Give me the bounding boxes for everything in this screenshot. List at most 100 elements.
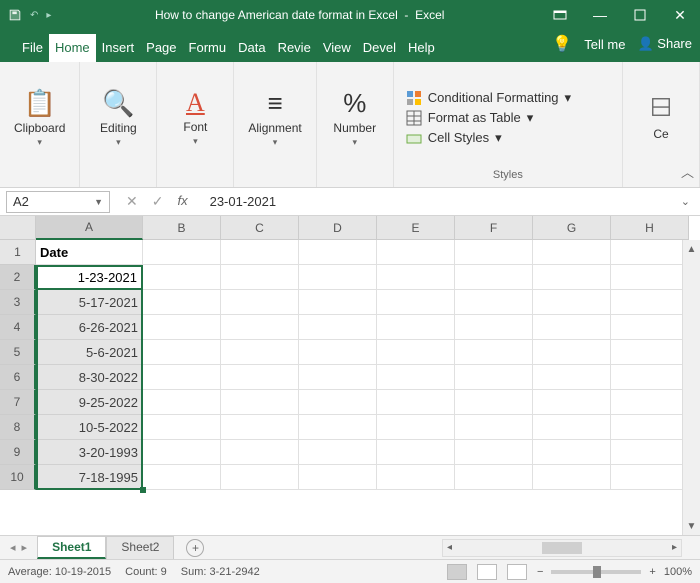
cell[interactable] bbox=[377, 365, 455, 390]
tab-home[interactable]: Home bbox=[49, 34, 96, 62]
cell[interactable]: Date bbox=[36, 240, 143, 265]
row-header[interactable]: 2 bbox=[0, 265, 36, 290]
column-header[interactable]: B bbox=[143, 216, 221, 240]
format-as-table-button[interactable]: Format as Table ▾ bbox=[406, 110, 534, 126]
tab-file[interactable]: File bbox=[16, 34, 49, 62]
cell[interactable] bbox=[299, 415, 377, 440]
tab-revie[interactable]: Revie bbox=[272, 34, 317, 62]
cell[interactable] bbox=[611, 340, 689, 365]
row-header[interactable]: 3 bbox=[0, 290, 36, 315]
cell[interactable] bbox=[611, 365, 689, 390]
cell[interactable] bbox=[299, 365, 377, 390]
cell[interactable] bbox=[533, 465, 611, 490]
cancel-formula-icon[interactable]: ✕ bbox=[126, 193, 138, 210]
zoom-in-button[interactable]: + bbox=[649, 566, 655, 578]
cell[interactable] bbox=[611, 290, 689, 315]
cell[interactable]: 8-30-2022 bbox=[36, 365, 143, 390]
cell[interactable] bbox=[377, 440, 455, 465]
cell[interactable] bbox=[143, 290, 221, 315]
column-header[interactable]: C bbox=[221, 216, 299, 240]
tab-formu[interactable]: Formu bbox=[183, 34, 233, 62]
cell[interactable] bbox=[611, 415, 689, 440]
cell[interactable] bbox=[533, 340, 611, 365]
cell[interactable] bbox=[455, 465, 533, 490]
cell[interactable] bbox=[221, 390, 299, 415]
scrollbar-thumb[interactable] bbox=[542, 542, 582, 554]
column-header[interactable]: H bbox=[611, 216, 689, 240]
maximize-button[interactable] bbox=[620, 0, 660, 30]
normal-view-button[interactable] bbox=[447, 564, 467, 580]
cell[interactable] bbox=[221, 365, 299, 390]
cell[interactable] bbox=[221, 315, 299, 340]
column-header[interactable]: F bbox=[455, 216, 533, 240]
new-sheet-button[interactable]: + bbox=[186, 539, 204, 557]
cell[interactable] bbox=[533, 290, 611, 315]
cell[interactable]: 7-18-1995 bbox=[36, 465, 143, 490]
undo-icon[interactable]: ↶ bbox=[30, 10, 38, 21]
cell[interactable]: 5-17-2021 bbox=[36, 290, 143, 315]
cell[interactable] bbox=[377, 290, 455, 315]
cell[interactable] bbox=[533, 265, 611, 290]
tab-data[interactable]: Data bbox=[232, 34, 271, 62]
scroll-up-icon[interactable]: ▲ bbox=[683, 240, 700, 258]
zoom-slider-thumb[interactable] bbox=[593, 566, 601, 578]
sheet-tab[interactable]: Sheet2 bbox=[106, 536, 174, 559]
cell[interactable]: 6-26-2021 bbox=[36, 315, 143, 340]
tab-nav-next-icon[interactable]: ▸ bbox=[22, 541, 28, 554]
row-header[interactable]: 1 bbox=[0, 240, 36, 265]
tab-page[interactable]: Page bbox=[140, 34, 182, 62]
page-layout-view-button[interactable] bbox=[477, 564, 497, 580]
cell[interactable]: 5-6-2021 bbox=[36, 340, 143, 365]
column-header[interactable]: D bbox=[299, 216, 377, 240]
cell[interactable] bbox=[221, 290, 299, 315]
cell[interactable] bbox=[533, 415, 611, 440]
cell[interactable] bbox=[611, 390, 689, 415]
cell[interactable] bbox=[221, 465, 299, 490]
scroll-right-icon[interactable]: ▸ bbox=[672, 542, 677, 553]
number-button[interactable]: %Number▾ bbox=[325, 84, 385, 152]
close-button[interactable]: ✕ bbox=[660, 0, 700, 30]
row-header[interactable]: 9 bbox=[0, 440, 36, 465]
cell[interactable] bbox=[533, 365, 611, 390]
select-all-corner[interactable] bbox=[0, 216, 36, 240]
cell[interactable] bbox=[299, 390, 377, 415]
page-break-view-button[interactable] bbox=[507, 564, 527, 580]
tab-nav-prev-icon[interactable]: ◂ bbox=[10, 541, 16, 554]
ribbon-display-icon[interactable] bbox=[540, 0, 580, 30]
vertical-scrollbar[interactable]: ▲ ▼ bbox=[682, 240, 700, 535]
cell[interactable] bbox=[455, 265, 533, 290]
cell[interactable] bbox=[377, 315, 455, 340]
fx-icon[interactable]: fx bbox=[177, 193, 187, 210]
cell[interactable] bbox=[377, 265, 455, 290]
cell[interactable]: 3-20-1993 bbox=[36, 440, 143, 465]
scroll-down-icon[interactable]: ▼ bbox=[683, 517, 700, 535]
cell[interactable] bbox=[299, 440, 377, 465]
row-header[interactable]: 8 bbox=[0, 415, 36, 440]
cell[interactable] bbox=[611, 440, 689, 465]
zoom-slider[interactable] bbox=[551, 570, 641, 574]
cell[interactable] bbox=[455, 440, 533, 465]
accept-formula-icon[interactable]: ✓ bbox=[152, 193, 164, 210]
cell[interactable] bbox=[455, 415, 533, 440]
tab-view[interactable]: View bbox=[317, 34, 357, 62]
cell[interactable] bbox=[377, 465, 455, 490]
expand-formula-bar-icon[interactable]: ⌄ bbox=[671, 195, 700, 208]
cell[interactable] bbox=[143, 440, 221, 465]
alignment-button[interactable]: ≡Alignment▾ bbox=[242, 84, 307, 152]
formula-input[interactable]: 23-01-2021 bbox=[198, 194, 289, 209]
cell[interactable] bbox=[611, 465, 689, 490]
row-header[interactable]: 4 bbox=[0, 315, 36, 340]
cell[interactable] bbox=[221, 240, 299, 265]
cell[interactable] bbox=[455, 365, 533, 390]
cell[interactable] bbox=[377, 240, 455, 265]
cell[interactable] bbox=[221, 440, 299, 465]
zoom-value[interactable]: 100% bbox=[664, 566, 692, 578]
cell[interactable] bbox=[143, 465, 221, 490]
cell[interactable] bbox=[143, 365, 221, 390]
cell[interactable] bbox=[221, 415, 299, 440]
cell[interactable] bbox=[143, 390, 221, 415]
cells-button[interactable]: Ce bbox=[631, 90, 691, 145]
cell-styles-button[interactable]: Cell Styles ▾ bbox=[406, 130, 502, 146]
cell[interactable] bbox=[377, 390, 455, 415]
collapse-ribbon-icon[interactable]: ︿ bbox=[681, 162, 694, 181]
